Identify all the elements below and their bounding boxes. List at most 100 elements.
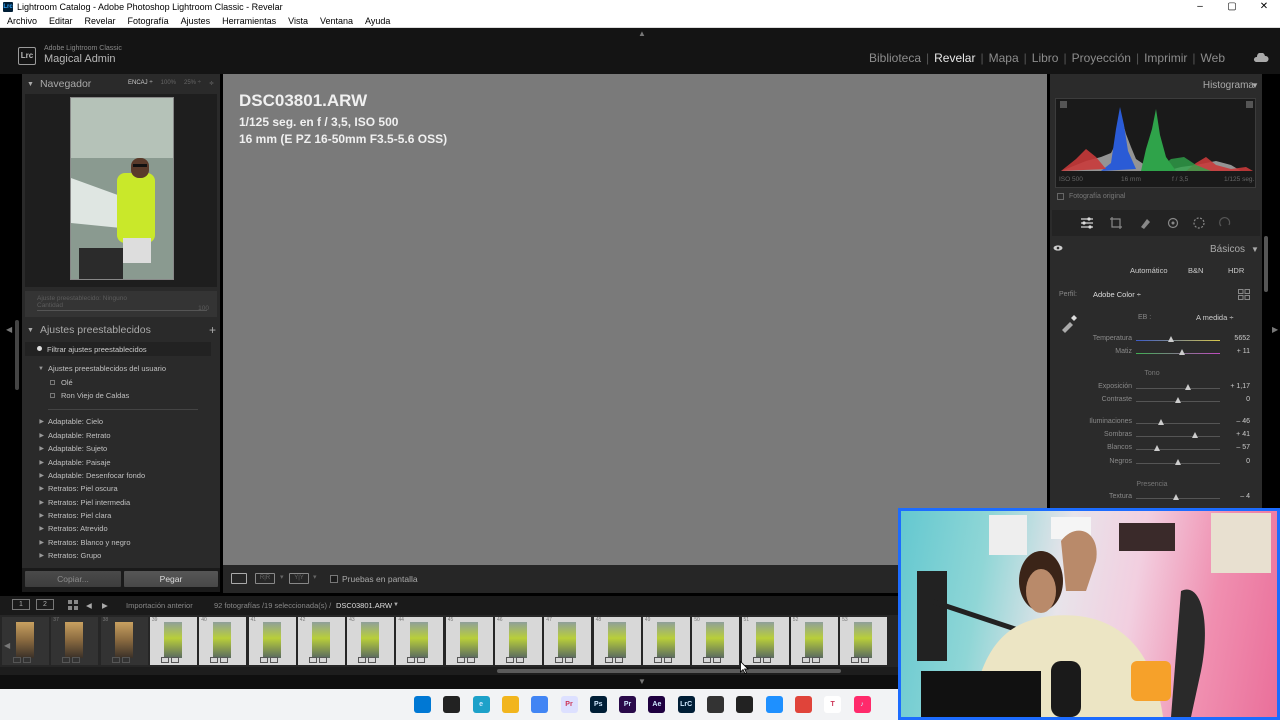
- slider-contraste[interactable]: Contraste 0: [1052, 395, 1252, 407]
- slider-value[interactable]: – 46: [1236, 418, 1250, 425]
- slider-thumb[interactable]: [1168, 336, 1175, 342]
- remove-icon[interactable]: [1218, 216, 1232, 230]
- preset-group[interactable]: ▶ Retratos: Grupo: [22, 549, 220, 562]
- slider-thumb[interactable]: [1179, 349, 1186, 355]
- zoom-100[interactable]: 100%: [161, 80, 176, 87]
- copy-button[interactable]: Copiar...: [25, 571, 121, 587]
- sync-icon[interactable]: [765, 696, 783, 713]
- filmstrip-thumb[interactable]: 48: [593, 617, 641, 665]
- crop-icon[interactable]: [1109, 216, 1123, 230]
- filmstrip-thumb[interactable]: 40: [199, 617, 247, 665]
- filmstrip-thumb[interactable]: 49: [642, 617, 690, 665]
- preset-item[interactable]: Ron Viejo de Caldas: [22, 389, 220, 402]
- preset-group[interactable]: ▶ Retratos: Piel oscura: [22, 482, 220, 495]
- text-tool-icon[interactable]: T: [824, 696, 842, 713]
- vr-icon[interactable]: [794, 696, 812, 713]
- auto-button[interactable]: Automático: [1130, 266, 1168, 275]
- histogram-title[interactable]: Histograma: [1203, 80, 1254, 91]
- main-photo-view[interactable]: [223, 74, 1047, 565]
- menu-vista[interactable]: Vista: [281, 16, 313, 26]
- preset-group[interactable]: ▶ Adaptable: Retrato: [22, 429, 220, 442]
- add-preset-button[interactable]: +: [209, 323, 216, 337]
- slider-iluminaciones[interactable]: Iluminaciones – 46: [1052, 417, 1252, 429]
- module-proyeccion[interactable]: Proyección: [1067, 51, 1136, 65]
- menu-revelar[interactable]: Revelar: [78, 16, 121, 26]
- obs-icon[interactable]: [736, 696, 754, 713]
- photoshop-icon[interactable]: Ps: [589, 696, 607, 713]
- preset-group[interactable]: ▶ Retratos: Atrevido: [22, 522, 220, 535]
- slider-thumb[interactable]: [1158, 419, 1165, 425]
- filmstrip-thumb[interactable]: 44: [396, 617, 444, 665]
- red-eye-icon[interactable]: [1166, 216, 1180, 230]
- preset-group[interactable]: ▶ Retratos: Piel intermedia: [22, 496, 220, 509]
- slider-thumb[interactable]: [1175, 459, 1181, 465]
- folder-icon[interactable]: [501, 696, 519, 713]
- healing-icon[interactable]: [1138, 216, 1152, 230]
- menu-ajustes[interactable]: Ajustes: [174, 16, 216, 26]
- slider-negros[interactable]: Negros 0: [1052, 457, 1252, 469]
- navigator-thumbnail[interactable]: [70, 97, 174, 280]
- filmstrip-thumb[interactable]: 47: [544, 617, 592, 665]
- slider-value[interactable]: – 4: [1240, 493, 1250, 500]
- filmstrip-thumb[interactable]: 50: [692, 617, 740, 665]
- slider-value[interactable]: 0: [1246, 458, 1250, 465]
- dropdown-icon[interactable]: ▾: [313, 573, 317, 584]
- lightroom-classic-icon[interactable]: LrC: [677, 696, 695, 713]
- slider-thumb[interactable]: [1185, 384, 1192, 390]
- loupe-view-button[interactable]: [231, 573, 247, 584]
- module-libro[interactable]: Libro: [1027, 51, 1064, 65]
- wb-dropdown[interactable]: A medida ÷: [1196, 313, 1233, 322]
- filmstrip-thumb[interactable]: 51: [741, 617, 789, 665]
- file-manager-icon[interactable]: [443, 696, 461, 713]
- basic-panel-title[interactable]: Básicos: [1210, 244, 1245, 255]
- slider-value[interactable]: 0: [1246, 396, 1250, 403]
- masking-icon[interactable]: [1192, 216, 1206, 230]
- filmstrip-thumb[interactable]: 41: [248, 617, 296, 665]
- chrome-icon[interactable]: [531, 696, 549, 713]
- close-button[interactable]: ✕: [1248, 0, 1280, 14]
- slider-thumb[interactable]: [1154, 445, 1160, 451]
- left-scrollbar[interactable]: [15, 320, 19, 390]
- filmstrip-thumb[interactable]: 52: [790, 617, 838, 665]
- preset-group[interactable]: ▶ Retratos: Blanco y negro: [22, 536, 220, 549]
- preset-group-user[interactable]: ▼ Ajustes preestablecidos del usuario: [22, 362, 220, 375]
- module-imprimir[interactable]: Imprimir: [1139, 51, 1192, 65]
- slider-value[interactable]: + 1,17: [1230, 383, 1250, 390]
- module-web[interactable]: Web: [1196, 51, 1230, 65]
- filmstrip-scrollbar[interactable]: [497, 669, 841, 673]
- minimize-button[interactable]: –: [1184, 0, 1216, 14]
- amount-slider[interactable]: [37, 310, 207, 311]
- edge-icon[interactable]: e: [472, 696, 490, 713]
- slider-textura[interactable]: Textura – 4: [1052, 492, 1252, 504]
- slider-blancos[interactable]: Blancos – 57: [1052, 443, 1252, 455]
- filmstrip-current-file[interactable]: DSC03801.ARW: [336, 601, 392, 610]
- menu-archivo[interactable]: Archivo: [0, 16, 42, 26]
- slider-track[interactable]: [1136, 353, 1220, 354]
- slider-value[interactable]: – 57: [1236, 444, 1250, 451]
- preset-item[interactable]: Olé: [22, 375, 220, 388]
- paste-button[interactable]: Pegar: [124, 571, 218, 587]
- preset-group[interactable]: ▶ Adaptable: Desenfocar fondo: [22, 469, 220, 482]
- slider-value[interactable]: 5652: [1234, 335, 1250, 342]
- left-panel-toggle-icon[interactable]: ◀: [6, 325, 12, 334]
- premiere-icon[interactable]: Pr: [619, 696, 637, 713]
- menu-fotografia[interactable]: Fotografía: [121, 16, 174, 26]
- presets-header[interactable]: ▼ Ajustes preestablecidos +: [22, 320, 220, 340]
- before-after-y-button[interactable]: Y|Y: [289, 573, 309, 584]
- filmstrip-thumb[interactable]: 38: [100, 617, 148, 665]
- slider-value[interactable]: + 41: [1236, 431, 1250, 438]
- menu-ventana[interactable]: Ventana: [313, 16, 358, 26]
- slider-thumb[interactable]: [1173, 494, 1180, 500]
- second-window-button[interactable]: 2: [36, 599, 54, 610]
- preset-group[interactable]: ▶ Retratos: Piel clara: [22, 509, 220, 522]
- before-after-lr-button[interactable]: R|R: [255, 573, 275, 584]
- menu-ayuda[interactable]: Ayuda: [358, 16, 395, 26]
- module-mapa[interactable]: Mapa: [984, 51, 1024, 65]
- filmstrip-thumb[interactable]: 42: [297, 617, 345, 665]
- wb-picker-icon[interactable]: [1059, 313, 1079, 333]
- zoom-25[interactable]: 25% ÷: [184, 80, 201, 87]
- menu-editar[interactable]: Editar: [42, 16, 78, 26]
- windows-start-icon[interactable]: [414, 696, 431, 713]
- cloud-icon[interactable]: [1253, 53, 1269, 62]
- profile-browser-icon[interactable]: [1238, 289, 1250, 300]
